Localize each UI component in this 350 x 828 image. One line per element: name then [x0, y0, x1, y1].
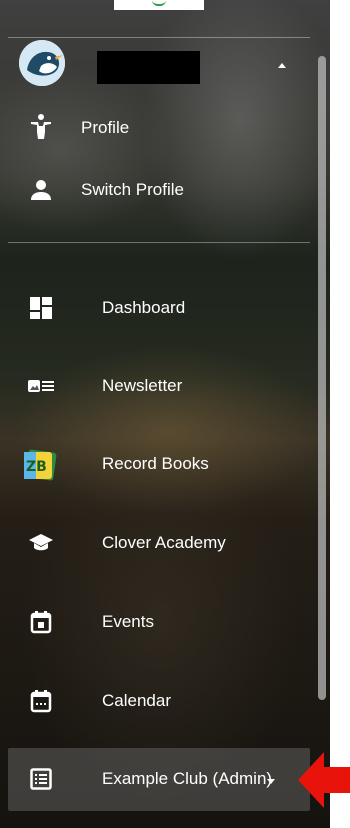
profile-menu-item[interactable]: Profile	[0, 98, 312, 158]
user-name-redacted	[97, 51, 200, 84]
nav-item-label: Calendar	[102, 691, 171, 710]
nav-item-newsletter[interactable]: Newsletter	[0, 356, 312, 416]
chevron-down-icon[interactable]	[267, 779, 275, 784]
person-walking-icon	[27, 113, 55, 141]
page-background	[330, 0, 350, 828]
record-books-logo-icon: ZB	[22, 447, 58, 483]
nav-item-calendar[interactable]: Calendar	[0, 671, 312, 731]
graduation-cap-icon	[27, 529, 55, 557]
svg-text:ZB: ZB	[26, 459, 47, 475]
nav-item-label: Events	[102, 612, 154, 631]
nav-item-label: Dashboard	[102, 298, 186, 317]
switch-profile-menu-item[interactable]: Switch Profile	[0, 160, 312, 220]
nav-item-label: Clover Academy	[102, 533, 226, 552]
scrollbar[interactable]	[318, 56, 326, 700]
divider	[8, 37, 310, 38]
red-arrow-icon	[298, 752, 350, 808]
nav-item-example-club[interactable]: Example Club (Admin)	[8, 748, 310, 811]
nav-item-label: Newsletter	[102, 376, 183, 395]
arrow-up-icon	[278, 62, 286, 68]
dashboard-icon	[27, 294, 55, 322]
logo	[114, 0, 204, 10]
clover-logo-icon	[152, 0, 166, 6]
avatar[interactable]	[19, 40, 65, 86]
nav-item-events[interactable]: Events	[0, 592, 312, 652]
profile-label: Profile	[81, 118, 130, 137]
list-icon	[27, 765, 55, 793]
nav-item-label: Record Books	[102, 454, 209, 473]
event-calendar-icon	[27, 608, 55, 636]
calendar-icon	[27, 687, 55, 715]
switch-profile-label: Switch Profile	[81, 180, 184, 199]
account-menu-toggle[interactable]	[271, 54, 293, 76]
nav-item-dashboard[interactable]: Dashboard	[0, 278, 312, 338]
navigation-drawer: Profile Switch Profile Dashboard Newslet…	[0, 0, 330, 828]
divider	[8, 242, 310, 243]
nav-item-clover-academy[interactable]: Clover Academy	[0, 513, 312, 573]
nav-item-label: Example Club (Admin)	[102, 769, 273, 788]
nav-item-record-books[interactable]: ZB Record Books	[0, 434, 312, 494]
bird-avatar-icon	[19, 40, 65, 86]
person-icon	[27, 176, 55, 204]
newsletter-icon	[27, 372, 55, 400]
